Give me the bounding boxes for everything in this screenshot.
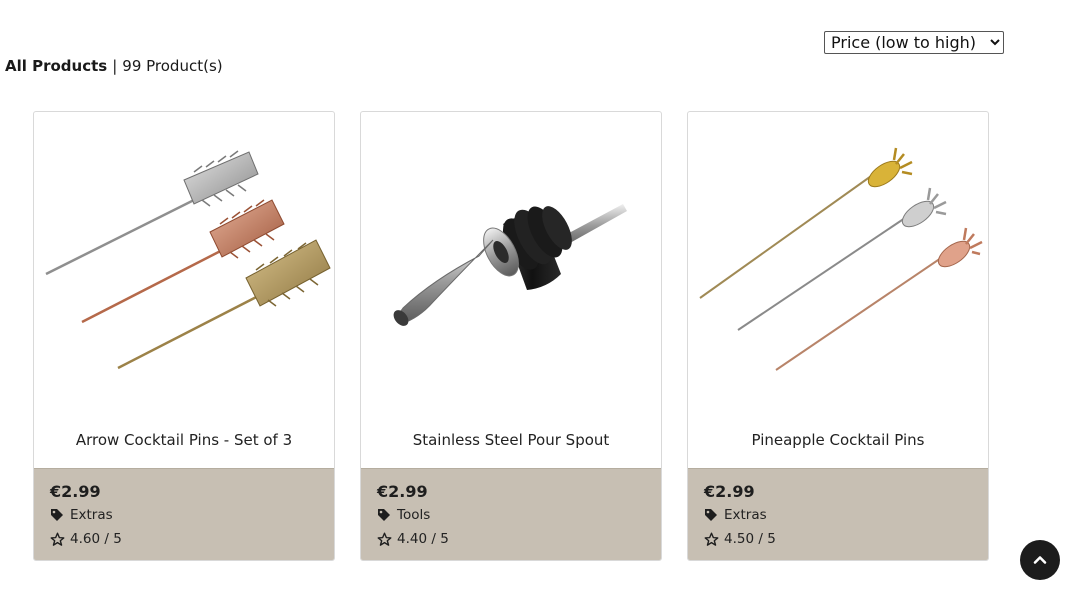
star-outline-icon [50,532,65,547]
product-rating-value: 4.40 / 5 [397,531,449,547]
product-title[interactable]: Stainless Steel Pour Spout [361,412,661,468]
product-title[interactable]: Pineapple Cocktail Pins [688,412,988,468]
product-grid: Arrow Cocktail Pins - Set of 3 €2.99 Ext… [33,111,989,561]
pineapple-pins-image [699,147,983,371]
tag-icon [377,508,392,523]
product-image[interactable] [34,112,334,412]
product-category: Extras [50,503,318,527]
product-info-panel: €2.99 Extras 4.60 / 5 [34,468,334,560]
product-price: €2.99 [50,482,101,501]
heading-separator: | [112,57,118,75]
product-price: €2.99 [704,482,755,501]
product-category: Tools [377,503,645,527]
arrow-pins-image [45,150,331,370]
product-image[interactable] [361,112,661,412]
tag-icon [704,508,719,523]
star-outline-icon [377,532,392,547]
product-price: €2.99 [377,482,428,501]
product-count: 99 Product(s) [122,57,223,75]
products-heading: All Products | 99 Product(s) [5,57,223,75]
page-title: All Products [5,57,108,75]
tag-icon [50,508,65,523]
product-card[interactable]: Stainless Steel Pour Spout €2.99 Tools 4… [360,111,662,561]
products-page: Price (low to high) All Products | 99 Prod… [0,0,1071,590]
scroll-to-top-button[interactable] [1020,540,1060,580]
product-category-label: Extras [70,507,113,523]
product-rating: 4.40 / 5 [377,527,645,551]
product-card[interactable]: Arrow Cocktail Pins - Set of 3 €2.99 Ext… [33,111,335,561]
product-info-panel: €2.99 Tools 4.40 / 5 [361,468,661,560]
product-category-label: Extras [724,507,767,523]
product-image[interactable] [688,112,988,412]
product-info-panel: €2.99 Extras 4.50 / 5 [688,468,988,560]
product-rating: 4.60 / 5 [50,527,318,551]
star-outline-icon [704,532,719,547]
product-rating-value: 4.50 / 5 [724,531,776,547]
pour-spout-image [393,204,627,326]
product-rating: 4.50 / 5 [704,527,972,551]
sort-select[interactable]: Price (low to high) [824,31,1004,54]
product-category: Extras [704,503,972,527]
product-title[interactable]: Arrow Cocktail Pins - Set of 3 [34,412,334,468]
product-rating-value: 4.60 / 5 [70,531,122,547]
chevron-up-icon [1033,556,1047,564]
product-category-label: Tools [397,507,431,523]
product-card[interactable]: Pineapple Cocktail Pins €2.99 Extras 4.5… [687,111,989,561]
